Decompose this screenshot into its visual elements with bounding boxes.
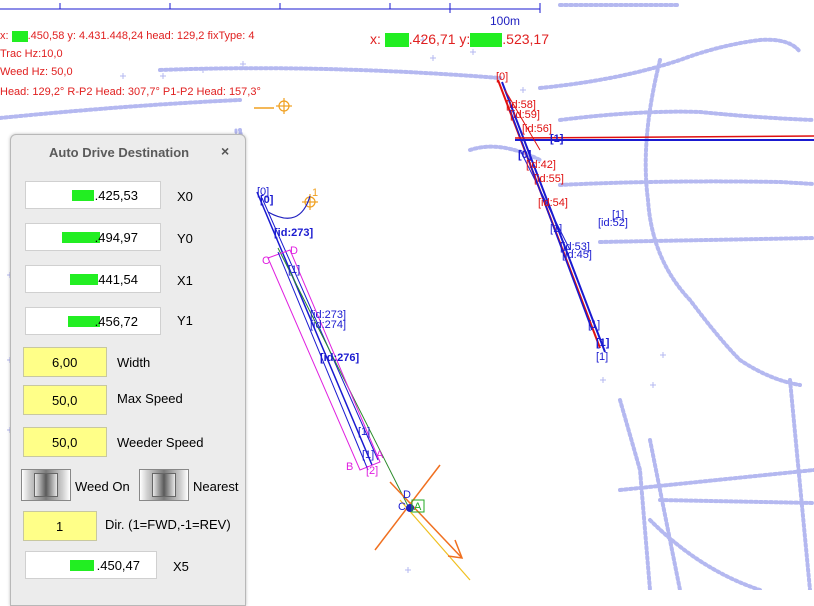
weed-on-label: Weed On: [75, 479, 130, 494]
dir-value: 1: [56, 519, 64, 534]
point-label: D: [403, 489, 411, 501]
y1-value: .456,72: [94, 314, 138, 329]
turn-arc: [267, 195, 311, 219]
map-label: [1]: [596, 351, 608, 363]
map-label: [id:42]: [526, 159, 556, 171]
redacted-block: [72, 190, 94, 201]
x5-label: X5: [173, 559, 189, 574]
map-label: [1]: [550, 223, 562, 235]
map-label: [id:274]: [310, 319, 346, 331]
dir-input[interactable]: 1: [23, 511, 97, 541]
weeder-speed-value: 50,0: [52, 435, 78, 450]
map-label: [id:276]: [320, 352, 359, 364]
x1-label: X1: [177, 273, 193, 288]
x5-field[interactable]: .450,47: [25, 551, 157, 579]
map-label: [id:56]: [522, 123, 552, 135]
point-label: C: [262, 255, 270, 267]
nearest-toggle[interactable]: [139, 469, 189, 501]
max-speed-value: 50,0: [52, 393, 78, 408]
map-label: [1]: [588, 319, 600, 331]
max-speed-label: Max Speed: [117, 391, 183, 406]
weed-on-toggle[interactable]: [21, 469, 71, 501]
cursor-x: .426,71 y:: [408, 31, 471, 47]
toggle-knob: [34, 473, 58, 497]
map-label: [1]: [550, 133, 564, 145]
map-label: [id:273]: [274, 227, 313, 239]
point-label: 1: [312, 187, 318, 199]
x1-value: 441,54: [98, 272, 138, 287]
cursor-y: .523,17: [502, 31, 549, 47]
y0-value: .494,97: [94, 230, 138, 245]
redacted-block: [11, 30, 28, 42]
redacted-block: [384, 33, 409, 48]
map-label: [id:59]: [510, 109, 540, 121]
map-label: [1]: [596, 337, 610, 349]
map-label: [id:45]: [562, 249, 592, 261]
map-label: [id:55]: [534, 173, 564, 185]
scale-label: 100m: [490, 14, 521, 28]
width-input[interactable]: 6,00: [23, 347, 107, 377]
redacted-block: [70, 560, 94, 571]
dir-label: Dir. (1=FWD,-1=REV): [105, 517, 231, 532]
map-label: [0]: [260, 194, 274, 206]
map-label: [id:52]: [598, 217, 628, 229]
weed-hz: Weed Hz: 50,0: [0, 66, 73, 78]
y1-label: Y1: [177, 313, 193, 328]
point-label: D: [290, 245, 298, 257]
map-label: [1]: [362, 449, 374, 461]
scale-bar: [0, 3, 541, 13]
gps-line: .450,58 y: 4.431.448,24 head: 129,2 fixT…: [27, 30, 255, 42]
map-label: [2]: [366, 465, 378, 477]
trac-hz: Trac Hz:10,0: [0, 48, 63, 60]
toggle-knob: [152, 473, 176, 497]
y0-field[interactable]: .494,97: [25, 223, 161, 251]
max-speed-input[interactable]: 50,0: [23, 385, 107, 415]
point-label: B: [346, 461, 353, 473]
point-label: A: [376, 449, 384, 461]
nearest-label: Nearest: [193, 479, 239, 494]
point-label: A: [414, 501, 422, 513]
x5-value: .450,47: [96, 558, 140, 573]
y0-label: Y0: [177, 231, 193, 246]
point-label: C: [398, 501, 406, 513]
redacted-block: [70, 274, 98, 285]
heading-readout: Head: 129,2° R-P2 Head: 307,7° P1-P2 Hea…: [0, 86, 261, 98]
x0-value: .425,53: [94, 188, 138, 203]
path-lines-right: [497, 79, 814, 353]
redacted-block: [470, 33, 503, 48]
map-label: [0]: [496, 71, 508, 83]
cursor-position: x: .426,71 y: .523,17: [370, 31, 549, 48]
auto-drive-destination-panel: Auto Drive Destination × .425,53 X0 .494…: [10, 134, 246, 606]
x1-field[interactable]: 441,54: [25, 265, 161, 293]
x0-label: X0: [177, 189, 193, 204]
vehicle-marker: [374, 464, 471, 581]
map-label: [1]: [358, 426, 370, 438]
width-label: Width: [117, 355, 151, 370]
panel-title: Auto Drive Destination: [49, 145, 190, 160]
map-label: [1]: [288, 264, 300, 276]
gps-readout: x: .450,58 y: 4.431.448,24 head: 129,2 f…: [0, 30, 255, 43]
gps-x-prefix: x:: [0, 30, 12, 42]
width-value: 6,00: [52, 355, 78, 370]
weeder-speed-label: Weeder Speed: [117, 435, 204, 450]
x0-field[interactable]: .425,53: [25, 181, 161, 209]
path-lines-left: [256, 191, 411, 511]
weeder-speed-input[interactable]: 50,0: [23, 427, 107, 457]
close-icon[interactable]: ×: [221, 143, 229, 159]
cursor-x-prefix: x:: [370, 31, 385, 47]
map-label: [id:54]: [538, 197, 568, 209]
y1-field[interactable]: .456,72: [25, 307, 161, 335]
panel-titlebar[interactable]: Auto Drive Destination ×: [11, 135, 245, 169]
